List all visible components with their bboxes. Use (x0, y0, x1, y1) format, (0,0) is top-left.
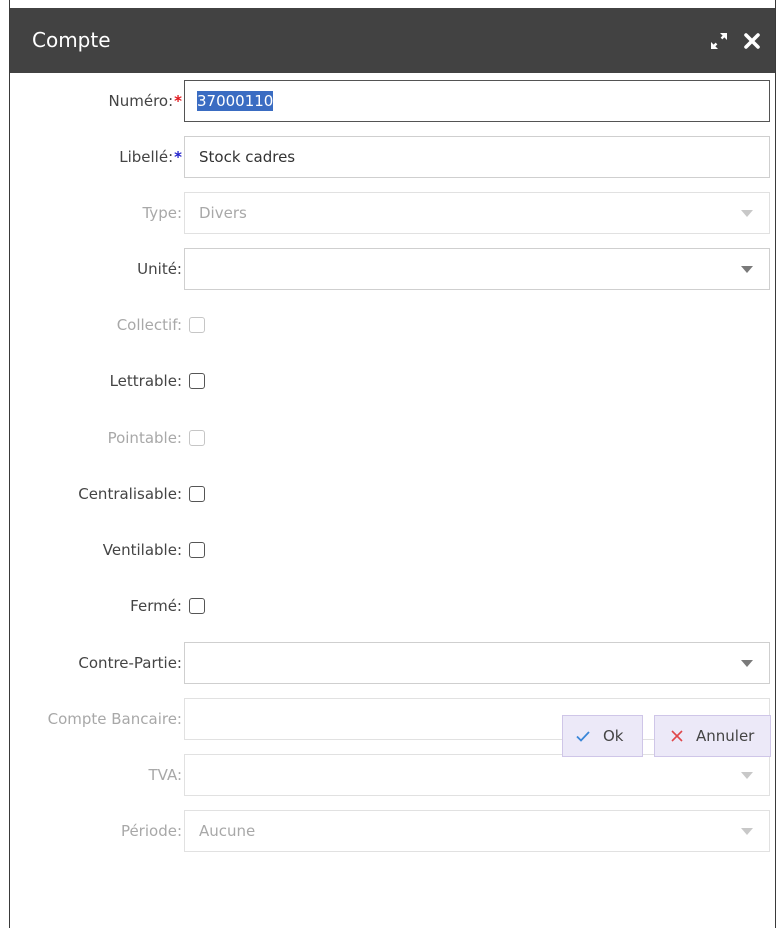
collectif-label: Collectif: (116, 316, 182, 334)
required-mark: * (174, 92, 182, 110)
account-dialog: Compte Numéro:* 37000110 Libellé:* Stock… (9, 0, 776, 928)
cancel-label: Annuler (696, 727, 755, 745)
periode-label: Période: (120, 822, 182, 840)
collectif-checkbox (189, 317, 205, 333)
ok-label: Ok (603, 727, 624, 745)
pointable-row: Pointable: (10, 417, 776, 459)
compte-bancaire-label: Compte Bancaire: (47, 710, 182, 728)
numero-input[interactable]: 37000110 (184, 80, 770, 122)
type-select: Divers (184, 192, 770, 234)
periode-row: Période: Aucune (10, 810, 776, 852)
dialog-titlebar: Compte (10, 0, 775, 73)
libelle-value: Stock cadres (199, 148, 296, 166)
unite-select[interactable] (184, 248, 770, 290)
ventilable-row: Ventilable: (10, 529, 776, 571)
tva-select (184, 754, 770, 796)
periode-select: Aucune (184, 810, 770, 852)
chevron-down-icon (741, 210, 753, 217)
ferme-row: Fermé: (10, 585, 776, 627)
tva-row: TVA: (10, 754, 776, 796)
centralisable-label: Centralisable: (78, 485, 182, 503)
chevron-down-icon[interactable] (741, 660, 753, 667)
type-row: Type: Divers (10, 192, 776, 234)
ventilable-label: Ventilable: (102, 541, 182, 559)
lettrable-row: Lettrable: (10, 360, 776, 402)
numero-label: Numéro:* (108, 92, 183, 110)
libelle-label: Libellé:* (119, 148, 182, 166)
dialog-title: Compte (32, 28, 111, 52)
contre-partie-label: Contre-Partie: (78, 654, 182, 672)
chevron-down-icon (741, 772, 753, 779)
numero-value: 37000110 (197, 91, 274, 111)
cross-icon (669, 728, 685, 744)
contre-partie-row: Contre-Partie: (10, 642, 776, 684)
type-value: Divers (199, 204, 247, 222)
cancel-button[interactable]: Annuler (654, 715, 771, 757)
type-label: Type: (142, 204, 182, 222)
unite-row: Unité: (10, 248, 776, 290)
ok-button[interactable]: Ok (562, 715, 643, 757)
ferme-checkbox[interactable] (189, 598, 205, 614)
libelle-input[interactable]: Stock cadres (184, 136, 770, 178)
unite-label: Unité: (137, 260, 182, 278)
chevron-down-icon[interactable] (741, 266, 753, 273)
tva-label: TVA: (148, 766, 182, 784)
pointable-checkbox (189, 430, 205, 446)
pointable-label: Pointable: (107, 429, 182, 447)
ferme-label: Fermé: (130, 597, 182, 615)
centralisable-checkbox[interactable] (189, 486, 205, 502)
required-mark: * (174, 148, 182, 166)
periode-value: Aucune (199, 822, 256, 840)
ventilable-checkbox[interactable] (189, 542, 205, 558)
close-icon[interactable] (739, 28, 765, 54)
centralisable-row: Centralisable: (10, 473, 776, 515)
lettrable-checkbox[interactable] (189, 373, 205, 389)
numero-row: Numéro:* 37000110 (10, 80, 776, 122)
libelle-row: Libellé:* Stock cadres (10, 136, 776, 178)
contre-partie-select[interactable] (184, 642, 770, 684)
lettrable-label: Lettrable: (109, 372, 182, 390)
collectif-row: Collectif: (10, 304, 776, 346)
expand-icon[interactable] (706, 28, 732, 54)
check-icon (575, 728, 591, 744)
chevron-down-icon (741, 828, 753, 835)
